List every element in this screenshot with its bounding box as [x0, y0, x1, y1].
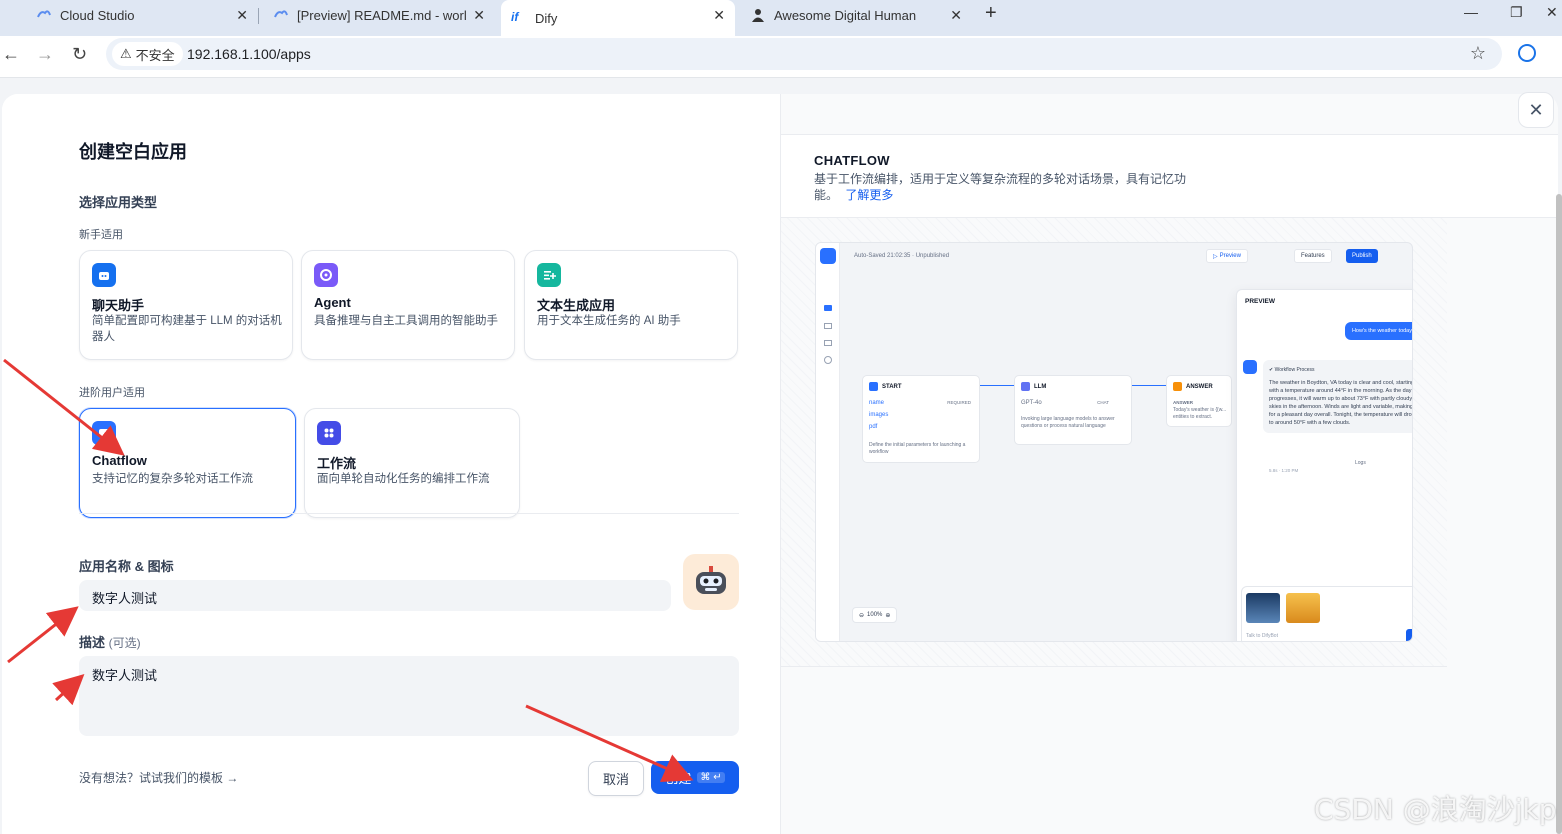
mock-nav-icon — [824, 340, 832, 346]
card-chat-assistant[interactable]: 聊天助手 简单配置即可构建基于 LLM 的对话机器人 — [79, 250, 293, 360]
mock-bot-avatar — [1243, 360, 1257, 374]
close-tab-icon[interactable]: ✕ — [473, 7, 485, 24]
card-desc: 简单配置即可构建基于 LLM 的对话机器人 — [92, 315, 282, 343]
card-text-generator[interactable]: 文本生成应用 用于文本生成任务的 AI 助手 — [524, 250, 738, 360]
tab-awesome-digital-human[interactable]: Awesome Digital Human ✕ — [740, 0, 972, 30]
tab-title: Cloud Studio — [60, 7, 135, 23]
mock-autosave: Auto-Saved 21:02:35 · Unpublished — [854, 253, 950, 259]
mock-preview-pane: PREVIEW How's the weather today ✔ Workfl… — [1236, 289, 1412, 641]
mock-preview-button: ▷ Preview — [1206, 249, 1248, 263]
create-app-dialog: 创建空白应用 选择应用类型 新手适用 聊天助手 简单配置即可构建基于 LLM 的… — [2, 94, 1558, 834]
tab-dify[interactable]: if Dify ✕ — [501, 0, 735, 36]
restore-icon[interactable]: ❐ — [1510, 4, 1523, 21]
card-desc: 具备推理与自主工具调用的智能助手 — [314, 315, 498, 327]
mock-nav-icon — [824, 356, 832, 364]
workflow-icon — [317, 421, 341, 445]
card-desc: 面向单轮自动化任务的编排工作流 — [317, 473, 490, 485]
cancel-button[interactable]: 取消 — [588, 761, 644, 796]
browser-tab-bar: Cloud Studio ✕ [Preview] README.md - wor… — [0, 0, 1562, 36]
preview-illustration: Auto-Saved 21:02:35 · Unpublished ▷ Prev… — [781, 218, 1447, 667]
close-window-icon[interactable]: ✕ — [1546, 4, 1558, 21]
url-text[interactable]: 192.168.1.100/apps — [187, 46, 311, 62]
dialog-title: 创建空白应用 — [79, 142, 187, 162]
close-tab-icon[interactable]: ✕ — [713, 7, 725, 24]
tab-readme-preview[interactable]: [Preview] README.md - worl ✕ — [263, 0, 495, 30]
tab-title: [Preview] README.md - worl — [297, 7, 467, 23]
card-title: Chatflow — [92, 453, 147, 468]
app-name-input[interactable]: 数字人测试 — [79, 580, 671, 611]
close-tab-icon[interactable]: ✕ — [236, 7, 248, 24]
close-tab-icon[interactable]: ✕ — [950, 7, 962, 24]
app-icon-picker[interactable] — [683, 554, 739, 610]
page: 创建空白应用 选择应用类型 新手适用 聊天助手 简单配置即可构建基于 LLM 的… — [0, 78, 1562, 834]
mock-node-start: START name REQUIRED images pdf Define th… — [862, 375, 980, 463]
card-title: 文本生成应用 — [537, 298, 616, 313]
reload-icon[interactable]: ↻ — [72, 44, 87, 65]
watermark: CSDN @浪淘沙jkp — [1314, 793, 1557, 826]
card-chatflow[interactable]: Chatflow 支持记忆的复杂多轮对话工作流 — [79, 408, 296, 518]
text-generator-icon — [537, 263, 561, 287]
shortcut-hint: ⌘ ↵ — [697, 772, 725, 783]
mock-zoom-control: ⊖ 100% ⊕ — [852, 607, 898, 623]
back-arrow-icon[interactable]: ← — [2, 44, 20, 65]
scrollbar[interactable] — [1556, 194, 1562, 834]
mock-edge — [1132, 385, 1166, 386]
new-tab-icon[interactable]: + — [985, 2, 997, 25]
preview-description: 基于工作流编排，适用于定义等复杂流程的多轮对话场景，具有记忆功能。 了解更多 — [814, 172, 1187, 202]
person-favicon-icon — [750, 7, 766, 23]
name-icon-heading: 应用名称 & 图标 — [79, 559, 174, 574]
mock-bot-message: ✔ Workflow Process The weather in Boydto… — [1263, 360, 1412, 433]
description-heading: 描述 (可选) — [79, 635, 141, 650]
card-desc: 支持记忆的复杂多轮对话工作流 — [92, 473, 253, 485]
workflow-editor-mock: Auto-Saved 21:02:35 · Unpublished ▷ Prev… — [815, 242, 1413, 642]
preview-panel: CHATFLOW 基于工作流编排，适用于定义等复杂流程的多轮对话场景，具有记忆功… — [780, 94, 1558, 834]
form-panel: 创建空白应用 选择应用类型 新手适用 聊天助手 简单配置即可构建基于 LLM 的… — [2, 94, 780, 834]
card-title: Agent — [314, 295, 351, 310]
mock-nav-icon — [824, 305, 832, 311]
close-icon[interactable]: ✕ — [1518, 92, 1554, 128]
preview-header: CHATFLOW 基于工作流编排，适用于定义等复杂流程的多轮对话场景，具有记忆功… — [781, 134, 1558, 218]
create-button[interactable]: 创建 ⌘ ↵ — [651, 761, 739, 794]
security-chip[interactable]: ⚠ 不安全 — [112, 42, 183, 66]
mock-nav-icon — [824, 323, 832, 329]
chatflow-icon — [92, 421, 116, 445]
agent-icon — [314, 263, 338, 287]
advanced-label: 进阶用户适用 — [79, 387, 145, 399]
card-desc: 用于文本生成任务的 AI 助手 — [537, 315, 681, 327]
cloud-studio-favicon-icon — [36, 7, 52, 23]
learn-more-link[interactable]: 了解更多 — [845, 188, 893, 202]
tab-cloud-studio[interactable]: Cloud Studio ✕ — [26, 0, 259, 30]
card-title: 工作流 — [317, 456, 357, 471]
mock-sidebar — [816, 243, 840, 641]
card-workflow[interactable]: 工作流 面向单轮自动化任务的编排工作流 — [304, 408, 520, 518]
mock-features-button: Features — [1294, 249, 1332, 263]
mock-edge — [980, 385, 1014, 386]
description-textarea[interactable]: 数字人测试 — [79, 656, 739, 736]
chat-bot-icon — [92, 263, 116, 287]
card-agent[interactable]: Agent 具备推理与自主工具调用的智能助手 — [301, 250, 515, 360]
try-template-link[interactable]: 没有想法？试试我们的模板 → — [79, 769, 238, 786]
forward-arrow-icon[interactable]: → — [36, 44, 54, 65]
app-type-heading: 选择应用类型 — [79, 195, 158, 210]
mock-app-icon — [820, 248, 836, 264]
card-title: 聊天助手 — [92, 298, 145, 313]
mock-chat-input: Talk to DifyBot — [1241, 586, 1412, 641]
preview-title: CHATFLOW — [814, 153, 890, 168]
warning-icon: ⚠ — [120, 46, 132, 61]
minimize-icon[interactable]: — — [1464, 4, 1478, 20]
beginner-label: 新手适用 — [79, 229, 123, 241]
mock-publish-button: Publish — [1346, 249, 1378, 263]
robot-emoji-icon — [696, 566, 726, 594]
mock-node-llm: LLM GPT-4o CHAT Invoking large language … — [1014, 375, 1132, 445]
tab-title: Dify — [535, 10, 558, 26]
bookmark-star-icon[interactable]: ☆ — [1470, 43, 1486, 64]
cloud-studio-favicon-icon — [273, 7, 289, 23]
divider — [79, 513, 739, 514]
tab-title: Awesome Digital Human — [774, 7, 917, 23]
profile-icon[interactable] — [1518, 44, 1536, 62]
address-bar: ← → ↻ ⚠ 不安全 192.168.1.100/apps ☆ — [0, 36, 1562, 78]
omnibox[interactable]: ⚠ 不安全 192.168.1.100/apps ☆ — [106, 38, 1502, 70]
dify-favicon-icon: if — [511, 10, 519, 24]
mock-node-answer: ANSWER ANSWER Today's weather is {{w... … — [1166, 375, 1232, 427]
